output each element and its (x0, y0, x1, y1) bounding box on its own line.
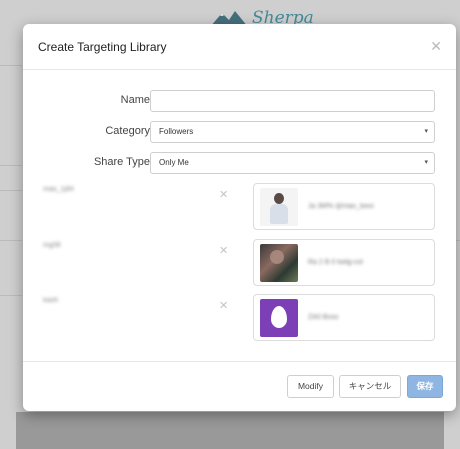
person-avatar (260, 187, 298, 226)
share-type-row: Share Type Only Me ▾ (23, 152, 456, 174)
background-divider (0, 240, 22, 241)
chevron-down-icon: ▾ (424, 128, 428, 135)
name-input[interactable] (150, 90, 435, 112)
save-button[interactable]: 保存 (407, 375, 443, 398)
member-name: ZA0 Bxxo (308, 314, 339, 321)
member-id: mg08 (43, 242, 61, 249)
name-label: Name (120, 94, 150, 106)
category-value: Followers (159, 127, 194, 136)
close-icon[interactable]: ✕ (430, 38, 442, 55)
chevron-down-icon: ▾ (424, 159, 428, 166)
photo-avatar (260, 243, 298, 282)
background-footer (16, 412, 444, 449)
share-type-select[interactable]: Only Me ▾ (150, 152, 435, 174)
remove-member-icon[interactable]: ✕ (219, 188, 228, 201)
background-divider (0, 190, 22, 191)
member-row: kaoh ✕ ZA0 Bxxo (23, 294, 456, 342)
share-type-value: Only Me (159, 158, 189, 167)
member-id: kaoh (43, 297, 59, 304)
member-name: Ja 3M% @mao_twxx (308, 203, 374, 210)
category-row: Category Followers ▾ (23, 121, 456, 143)
member-card[interactable]: ZA0 Bxxo (253, 294, 435, 341)
member-row: mao_1j84 ✕ Ja 3M% @mao_twxx (23, 183, 456, 231)
category-select[interactable]: Followers ▾ (150, 121, 435, 143)
background-divider (0, 65, 22, 66)
member-row: mg08 ✕ Ra 2 B 0 twitg-col (23, 239, 456, 287)
member-card[interactable]: Ra 2 B 0 twitg-col (253, 239, 435, 286)
egg-avatar (260, 298, 298, 337)
member-name: Ra 2 B 0 twitg-col (308, 259, 363, 266)
cancel-button[interactable]: キャンセル (339, 375, 401, 398)
modal-title: Create Targeting Library (38, 39, 167, 54)
share-type-label: Share Type (93, 156, 150, 168)
background-divider (0, 165, 22, 166)
background-divider (0, 295, 22, 296)
modal-footer: Modify キャンセル 保存 (23, 361, 456, 411)
remove-member-icon[interactable]: ✕ (219, 299, 228, 312)
member-card[interactable]: Ja 3M% @mao_twxx (253, 183, 435, 230)
modal-header: Create Targeting Library ✕ (23, 24, 456, 70)
name-row: Name (23, 90, 456, 112)
create-targeting-library-modal: Create Targeting Library ✕ Name Category… (23, 24, 456, 411)
member-id: mao_1j84 (43, 186, 74, 193)
category-label: Category (105, 125, 150, 137)
remove-member-icon[interactable]: ✕ (219, 244, 228, 257)
modify-button[interactable]: Modify (287, 375, 334, 398)
